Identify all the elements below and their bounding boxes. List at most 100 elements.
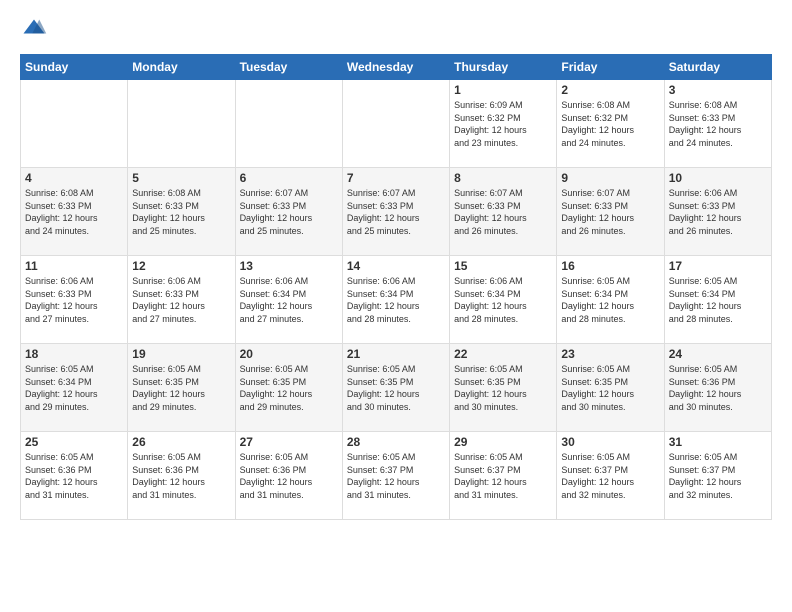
week-row-5: 25 Sunrise: 6:05 AM Sunset: 6:36 PM Dayli…	[21, 432, 772, 520]
day-number: 23	[561, 347, 659, 361]
day-number: 26	[132, 435, 230, 449]
page: SundayMondayTuesdayWednesdayThursdayFrid…	[0, 0, 792, 536]
day-info: Sunrise: 6:05 AM Sunset: 6:35 PM Dayligh…	[132, 363, 230, 413]
day-cell: 24 Sunrise: 6:05 AM Sunset: 6:36 PM Dayli…	[664, 344, 771, 432]
day-cell: 17 Sunrise: 6:05 AM Sunset: 6:34 PM Dayli…	[664, 256, 771, 344]
day-number: 15	[454, 259, 552, 273]
day-info: Sunrise: 6:05 AM Sunset: 6:34 PM Dayligh…	[25, 363, 123, 413]
day-cell: 2 Sunrise: 6:08 AM Sunset: 6:32 PM Daylig…	[557, 80, 664, 168]
day-info: Sunrise: 6:05 AM Sunset: 6:35 PM Dayligh…	[347, 363, 445, 413]
day-info: Sunrise: 6:08 AM Sunset: 6:33 PM Dayligh…	[669, 99, 767, 149]
day-number: 30	[561, 435, 659, 449]
week-row-4: 18 Sunrise: 6:05 AM Sunset: 6:34 PM Dayli…	[21, 344, 772, 432]
day-cell: 27Sunrise: 6:05 AM Sunset: 6:36 PM Dayli…	[235, 432, 342, 520]
day-cell: 6 Sunrise: 6:07 AM Sunset: 6:33 PM Daylig…	[235, 168, 342, 256]
day-number: 2	[561, 83, 659, 97]
day-number: 6	[240, 171, 338, 185]
day-number: 20	[240, 347, 338, 361]
day-cell: 16 Sunrise: 6:05 AM Sunset: 6:34 PM Dayli…	[557, 256, 664, 344]
day-cell: 28 Sunrise: 6:05 AM Sunset: 6:37 PM Dayli…	[342, 432, 449, 520]
day-cell: 12 Sunrise: 6:06 AM Sunset: 6:33 PM Dayli…	[128, 256, 235, 344]
day-cell	[21, 80, 128, 168]
day-info: Sunrise: 6:07 AM Sunset: 6:33 PM Dayligh…	[561, 187, 659, 237]
day-cell: 10Sunrise: 6:06 AM Sunset: 6:33 PM Dayli…	[664, 168, 771, 256]
day-number: 21	[347, 347, 445, 361]
day-cell: 9 Sunrise: 6:07 AM Sunset: 6:33 PM Daylig…	[557, 168, 664, 256]
day-cell: 29 Sunrise: 6:05 AM Sunset: 6:37 PM Dayli…	[450, 432, 557, 520]
day-cell: 3 Sunrise: 6:08 AM Sunset: 6:33 PM Daylig…	[664, 80, 771, 168]
day-info: Sunrise: 6:05 AM Sunset: 6:35 PM Dayligh…	[454, 363, 552, 413]
day-cell: 11 Sunrise: 6:06 AM Sunset: 6:33 PM Dayli…	[21, 256, 128, 344]
day-info: Sunrise: 6:05 AM Sunset: 6:37 PM Dayligh…	[347, 451, 445, 501]
day-number: 27	[240, 435, 338, 449]
day-info: Sunrise: 6:07 AM Sunset: 6:33 PM Dayligh…	[240, 187, 338, 237]
weekday-friday: Friday	[557, 55, 664, 80]
day-info: Sunrise: 6:05 AM Sunset: 6:36 PM Dayligh…	[132, 451, 230, 501]
day-info: Sunrise: 6:05 AM Sunset: 6:34 PM Dayligh…	[669, 275, 767, 325]
day-cell: 26 Sunrise: 6:05 AM Sunset: 6:36 PM Dayli…	[128, 432, 235, 520]
weekday-tuesday: Tuesday	[235, 55, 342, 80]
day-info: Sunrise: 6:07 AM Sunset: 6:33 PM Dayligh…	[347, 187, 445, 237]
day-number: 13	[240, 259, 338, 273]
day-number: 18	[25, 347, 123, 361]
day-number: 4	[25, 171, 123, 185]
header	[20, 16, 772, 44]
day-number: 19	[132, 347, 230, 361]
day-info: Sunrise: 6:08 AM Sunset: 6:33 PM Dayligh…	[132, 187, 230, 237]
week-row-2: 4 Sunrise: 6:08 AM Sunset: 6:33 PM Daylig…	[21, 168, 772, 256]
day-number: 3	[669, 83, 767, 97]
day-number: 22	[454, 347, 552, 361]
weekday-header-row: SundayMondayTuesdayWednesdayThursdayFrid…	[21, 55, 772, 80]
day-info: Sunrise: 6:08 AM Sunset: 6:33 PM Dayligh…	[25, 187, 123, 237]
day-info: Sunrise: 6:07 AM Sunset: 6:33 PM Dayligh…	[454, 187, 552, 237]
logo-icon	[20, 16, 48, 44]
weekday-sunday: Sunday	[21, 55, 128, 80]
day-number: 7	[347, 171, 445, 185]
day-cell	[235, 80, 342, 168]
day-cell: 5Sunrise: 6:08 AM Sunset: 6:33 PM Daylig…	[128, 168, 235, 256]
day-cell: 21 Sunrise: 6:05 AM Sunset: 6:35 PM Dayli…	[342, 344, 449, 432]
day-info: Sunrise: 6:06 AM Sunset: 6:33 PM Dayligh…	[132, 275, 230, 325]
day-info: Sunrise: 6:05 AM Sunset: 6:37 PM Dayligh…	[454, 451, 552, 501]
day-number: 17	[669, 259, 767, 273]
day-number: 11	[25, 259, 123, 273]
day-info: Sunrise: 6:06 AM Sunset: 6:33 PM Dayligh…	[669, 187, 767, 237]
day-number: 28	[347, 435, 445, 449]
day-info: Sunrise: 6:09 AM Sunset: 6:32 PM Dayligh…	[454, 99, 552, 149]
day-number: 25	[25, 435, 123, 449]
day-number: 1	[454, 83, 552, 97]
day-number: 16	[561, 259, 659, 273]
day-cell	[342, 80, 449, 168]
weekday-monday: Monday	[128, 55, 235, 80]
day-cell: 23 Sunrise: 6:05 AM Sunset: 6:35 PM Dayli…	[557, 344, 664, 432]
day-info: Sunrise: 6:06 AM Sunset: 6:34 PM Dayligh…	[240, 275, 338, 325]
day-cell: 13 Sunrise: 6:06 AM Sunset: 6:34 PM Dayli…	[235, 256, 342, 344]
day-number: 8	[454, 171, 552, 185]
day-info: Sunrise: 6:05 AM Sunset: 6:34 PM Dayligh…	[561, 275, 659, 325]
day-number: 9	[561, 171, 659, 185]
day-number: 24	[669, 347, 767, 361]
day-info: Sunrise: 6:06 AM Sunset: 6:34 PM Dayligh…	[347, 275, 445, 325]
day-number: 29	[454, 435, 552, 449]
day-info: Sunrise: 6:08 AM Sunset: 6:32 PM Dayligh…	[561, 99, 659, 149]
weekday-saturday: Saturday	[664, 55, 771, 80]
weekday-thursday: Thursday	[450, 55, 557, 80]
day-number: 14	[347, 259, 445, 273]
day-cell: 15 Sunrise: 6:06 AM Sunset: 6:34 PM Dayli…	[450, 256, 557, 344]
day-cell: 1 Sunrise: 6:09 AM Sunset: 6:32 PM Daylig…	[450, 80, 557, 168]
day-cell: 20Sunrise: 6:05 AM Sunset: 6:35 PM Dayli…	[235, 344, 342, 432]
day-info: Sunrise: 6:05 AM Sunset: 6:35 PM Dayligh…	[561, 363, 659, 413]
day-cell: 4 Sunrise: 6:08 AM Sunset: 6:33 PM Daylig…	[21, 168, 128, 256]
day-info: Sunrise: 6:06 AM Sunset: 6:33 PM Dayligh…	[25, 275, 123, 325]
day-info: Sunrise: 6:06 AM Sunset: 6:34 PM Dayligh…	[454, 275, 552, 325]
day-number: 12	[132, 259, 230, 273]
day-cell: 8 Sunrise: 6:07 AM Sunset: 6:33 PM Daylig…	[450, 168, 557, 256]
day-cell: 14 Sunrise: 6:06 AM Sunset: 6:34 PM Dayli…	[342, 256, 449, 344]
day-info: Sunrise: 6:05 AM Sunset: 6:36 PM Dayligh…	[669, 363, 767, 413]
day-cell: 18 Sunrise: 6:05 AM Sunset: 6:34 PM Dayli…	[21, 344, 128, 432]
week-row-1: 1 Sunrise: 6:09 AM Sunset: 6:32 PM Daylig…	[21, 80, 772, 168]
day-cell: 22 Sunrise: 6:05 AM Sunset: 6:35 PM Dayli…	[450, 344, 557, 432]
day-cell: 25Sunrise: 6:05 AM Sunset: 6:36 PM Dayli…	[21, 432, 128, 520]
calendar: SundayMondayTuesdayWednesdayThursdayFrid…	[20, 54, 772, 520]
week-row-3: 11 Sunrise: 6:06 AM Sunset: 6:33 PM Dayli…	[21, 256, 772, 344]
